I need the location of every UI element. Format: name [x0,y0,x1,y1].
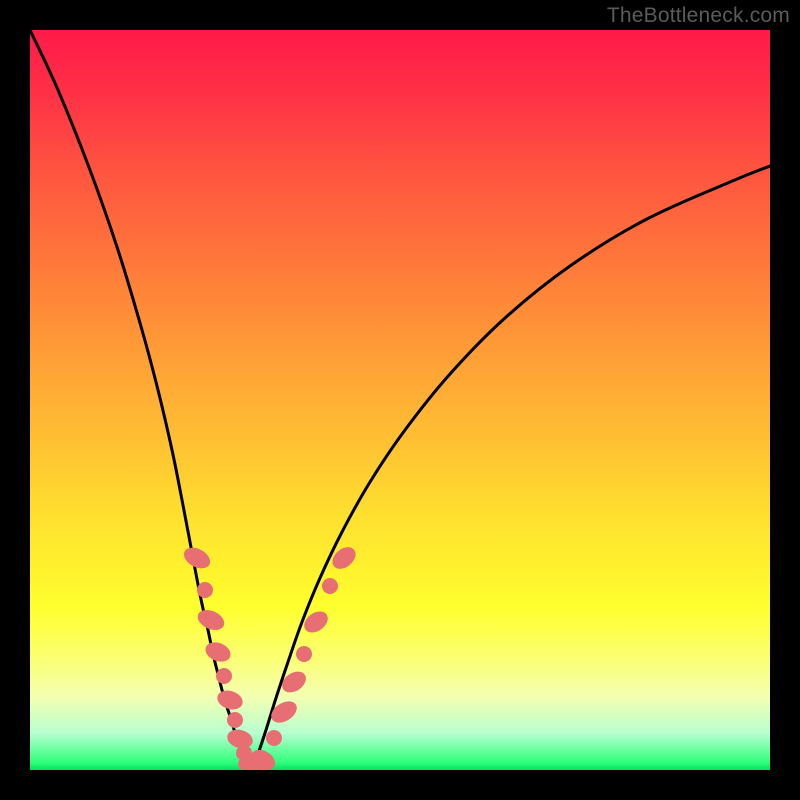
data-point [322,578,338,594]
curve-layer [30,30,770,770]
marker-layer [180,543,359,770]
data-point [215,687,245,712]
data-point [197,582,213,598]
watermark-text: TheBottleneck.com [607,4,790,28]
data-point [180,543,213,572]
data-point [195,606,228,634]
curve-right-branch [252,166,770,770]
data-point [216,668,232,684]
data-point [278,667,310,696]
data-point [296,646,312,662]
data-point [227,712,243,728]
data-point [267,697,300,727]
chart-frame: TheBottleneck.com [0,0,800,800]
data-point [203,639,234,665]
data-point [266,730,282,746]
chart-svg [30,30,770,770]
chart-plot-area [30,30,770,770]
